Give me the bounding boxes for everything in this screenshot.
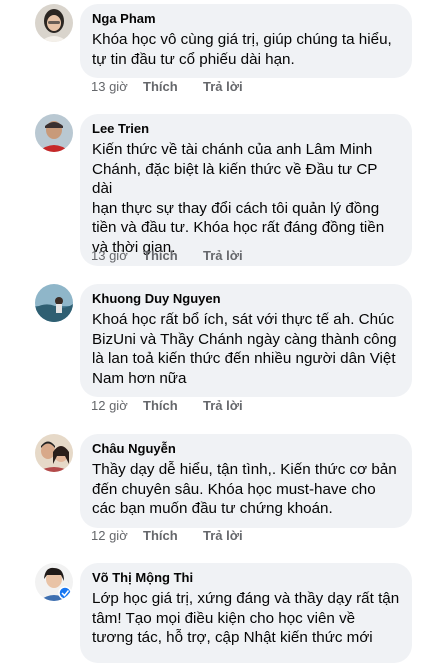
reply-button[interactable]: Trả lời: [203, 248, 243, 263]
avatar[interactable]: [35, 563, 73, 601]
avatar[interactable]: [35, 114, 73, 152]
comment-time[interactable]: 13 giờ: [91, 79, 143, 94]
comment-actions: 12 giờ Thích Trả lời: [91, 398, 243, 413]
commenter-name[interactable]: Khuong Duy Nguyen: [92, 291, 400, 307]
comment-bubble: Võ Thị Mộng Thi Lớp học giá trị, xứng đá…: [80, 563, 412, 663]
comment-bubble: Lee Trien Kiến thức về tài chánh của anh…: [80, 114, 412, 266]
like-button[interactable]: Thích: [143, 528, 203, 543]
comment-actions: 12 giờ Thích Trả lời: [91, 528, 243, 543]
comment-bubble: Khuong Duy Nguyen Khoá học rất bổ ích, s…: [80, 284, 412, 397]
reply-button[interactable]: Trả lời: [203, 398, 243, 413]
comment-text: Khoá học rất bổ ích, sát với thực tế ah.…: [92, 311, 397, 387]
avatar[interactable]: [35, 4, 73, 42]
like-button[interactable]: Thích: [143, 79, 203, 94]
comment-actions: 13 giờ Thích Trả lời: [91, 248, 243, 263]
comment-text: Khóa học vô cùng giá trị, giúp chúng ta …: [92, 31, 392, 68]
comment-text: Thầy dạy dễ hiểu, tận tình,. Kiến thức c…: [92, 461, 397, 517]
commenter-name[interactable]: Nga Pham: [92, 11, 400, 27]
comment-time[interactable]: 12 giờ: [91, 398, 143, 413]
avatar[interactable]: [35, 434, 73, 472]
comment-text: Kiến thức về tài chánh của anh Lâm Minh …: [92, 141, 385, 256]
commenter-name[interactable]: Võ Thị Mộng Thi: [92, 570, 400, 586]
comment-bubble: Châu Nguyễn Thầy dạy dễ hiểu, tận tình,.…: [80, 434, 412, 528]
reply-button[interactable]: Trả lời: [203, 79, 243, 94]
avatar[interactable]: [35, 284, 73, 322]
like-button[interactable]: Thích: [143, 398, 203, 413]
like-button[interactable]: Thích: [143, 248, 203, 263]
reply-button[interactable]: Trả lời: [203, 528, 243, 543]
commenter-name[interactable]: Lee Trien: [92, 121, 400, 137]
commenter-name[interactable]: Châu Nguyễn: [92, 441, 400, 457]
comment-text: Lớp học giá trị, xứng đáng và thầy dạy r…: [92, 590, 400, 646]
comment-actions: 13 giờ Thích Trả lời: [91, 79, 243, 94]
comment-time[interactable]: 13 giờ: [91, 248, 143, 263]
comment-bubble: Nga Pham Khóa học vô cùng giá trị, giúp …: [80, 4, 412, 78]
comment-time[interactable]: 12 giờ: [91, 528, 143, 543]
